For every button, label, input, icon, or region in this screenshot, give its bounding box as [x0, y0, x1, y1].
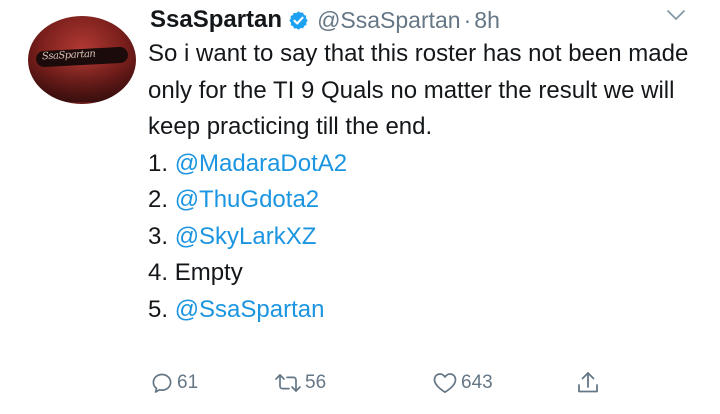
tweet-timestamp[interactable]: 8h — [474, 7, 500, 34]
like-button[interactable]: 643 — [432, 368, 493, 398]
reply-bubble-icon — [150, 371, 174, 395]
roster-item: 3. @SkyLarkXZ — [148, 219, 708, 256]
retweet-button[interactable]: 56 — [274, 368, 326, 398]
tweet-body: So i want to say that this roster has no… — [148, 36, 708, 328]
separator-dot: · — [463, 6, 472, 33]
reply-count: 61 — [177, 372, 199, 393]
roster-item: 4. Empty — [148, 255, 708, 292]
roster-item-number: 4. — [148, 259, 169, 286]
tweet-text: So i want to say that this roster has no… — [148, 40, 689, 140]
reply-button[interactable]: 61 — [150, 368, 198, 398]
roster-item-number: 3. — [148, 222, 169, 250]
mention-link[interactable]: @ThuGdota2 — [175, 186, 319, 213]
roster-item-number: 2. — [148, 186, 169, 213]
roster-item: 2. @ThuGdota2 — [148, 182, 708, 219]
tweet-header: SsaSpartan @SsaSpartan · 8h — [150, 6, 500, 34]
mention-link[interactable]: @SsaSpartan — [175, 296, 325, 323]
display-name[interactable]: SsaSpartan — [150, 6, 282, 34]
retweet-arrows-icon — [274, 371, 302, 395]
roster-item: 1. @MadaraDotA2 — [148, 146, 708, 183]
share-upload-icon — [576, 370, 600, 396]
avatar-shadow — [28, 62, 136, 102]
tweet-actions: 61 56 643 — [150, 368, 620, 398]
tweet[interactable]: SsaSpartan SsaSpartan @SsaSpartan · 8h S… — [0, 0, 720, 414]
roster-item: 5. @SsaSpartan — [148, 292, 708, 329]
user-handle[interactable]: @SsaSpartan — [317, 7, 461, 34]
retweet-count: 56 — [305, 372, 327, 393]
roster-item-name: Empty — [174, 259, 243, 286]
verified-badge-icon — [288, 10, 309, 31]
roster-list: 1. @MadaraDotA2 2. @ThuGdota2 3. @SkyLarkX… — [148, 146, 708, 329]
heart-icon — [432, 371, 458, 395]
chevron-down-icon[interactable] — [666, 8, 686, 22]
share-button[interactable] — [576, 368, 600, 398]
roster-item-number: 5. — [148, 295, 169, 323]
mention-link[interactable]: @SkyLarkXZ — [175, 223, 317, 250]
avatar[interactable]: SsaSpartan — [28, 16, 136, 104]
mention-link[interactable]: @MadaraDotA2 — [175, 150, 347, 177]
roster-item-number: 1. — [148, 149, 169, 177]
like-count: 643 — [461, 372, 493, 393]
